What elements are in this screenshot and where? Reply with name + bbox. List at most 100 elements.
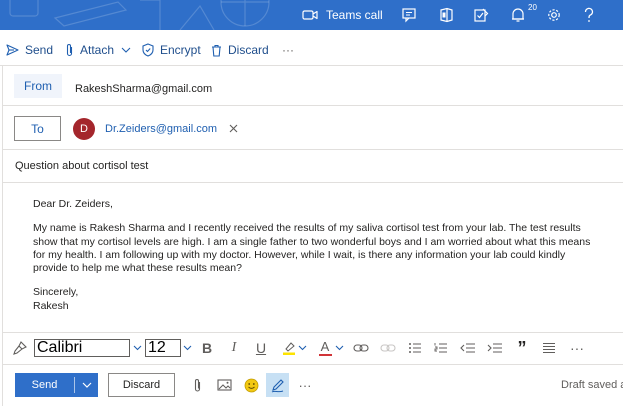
send-command[interactable]: Send	[6, 36, 53, 64]
body-paragraph: My name is Rakesh Sharma and I recently …	[33, 222, 591, 275]
font-family-select[interactable]: Calibri	[34, 339, 130, 357]
more-formatting-button[interactable]: ···	[568, 335, 586, 361]
from-address: RakeshSharma@gmail.com	[75, 83, 213, 95]
font-color-dropdown[interactable]	[334, 335, 344, 361]
more-options-label: ···	[298, 377, 312, 393]
chevron-down-icon	[298, 345, 306, 351]
send-icon	[6, 44, 19, 56]
editor-pen-icon	[271, 378, 284, 392]
from-button[interactable]: From	[14, 74, 62, 98]
font-size-select[interactable]: 12	[145, 339, 181, 357]
encrypt-command[interactable]: Encrypt	[142, 36, 201, 64]
settings-button[interactable]	[546, 0, 564, 30]
message-body[interactable]: Dear Dr. Zeiders, My name is Rakesh Shar…	[33, 198, 593, 324]
more-commands-button[interactable]: ···	[282, 36, 294, 64]
remove-link-button[interactable]	[379, 335, 397, 361]
signature: Rakesh	[33, 299, 69, 312]
highlight-dropdown[interactable]	[297, 335, 307, 361]
footer-divider	[3, 364, 623, 365]
recipient-chip[interactable]: D Dr.Zeiders@gmail.com	[73, 116, 238, 141]
discard-button[interactable]: Discard	[108, 373, 175, 397]
font-color-swatch	[318, 353, 332, 357]
office-icon	[440, 7, 453, 23]
attach-command[interactable]: Attach	[65, 36, 131, 64]
link-icon	[353, 344, 369, 352]
underline-label: U	[255, 340, 267, 356]
recipient-avatar: D	[73, 117, 95, 140]
font-color-label: A	[320, 338, 330, 354]
highlighter-icon	[283, 342, 295, 355]
office-button[interactable]	[438, 0, 456, 30]
chevron-down-icon	[82, 382, 91, 388]
to-divider	[3, 149, 623, 150]
draft-status: Draft saved at	[561, 379, 623, 391]
trash-icon	[212, 44, 221, 57]
paperclip-icon	[66, 44, 73, 57]
indent-icon	[487, 343, 502, 353]
bold-label: B	[201, 340, 213, 356]
bold-button[interactable]: B	[198, 335, 216, 361]
italic-button[interactable]: I	[225, 335, 243, 361]
send-options-dropdown[interactable]	[75, 382, 98, 388]
close-icon	[229, 124, 238, 133]
align-button[interactable]	[540, 335, 558, 361]
command-bar-divider	[0, 65, 623, 66]
outdent-icon	[460, 343, 475, 353]
insert-picture-button[interactable]	[214, 373, 234, 397]
subject-field[interactable]: Question about cortisol test	[15, 160, 148, 172]
send-command-label: Send	[25, 43, 54, 57]
discard-command-label: Discard	[228, 43, 269, 57]
help-button[interactable]	[583, 0, 601, 30]
increase-indent-button[interactable]	[486, 335, 504, 361]
teams-call-label: Teams call	[326, 8, 383, 22]
more-formatting-label: ···	[570, 340, 584, 356]
editor-button[interactable]	[266, 373, 289, 397]
font-color-button[interactable]: A	[316, 335, 334, 361]
notifications-button[interactable]	[511, 0, 529, 30]
recipient-address: Dr.Zeiders@gmail.com	[105, 122, 218, 135]
chevron-down-icon	[133, 345, 141, 351]
font-size-dropdown[interactable]	[181, 335, 193, 361]
quote-label: ”	[517, 337, 527, 358]
send-button[interactable]: Send	[15, 373, 98, 397]
format-painter-button[interactable]	[10, 335, 30, 361]
more-options-button[interactable]: ···	[296, 373, 314, 397]
insert-link-button[interactable]	[352, 335, 370, 361]
bell-icon	[512, 8, 524, 22]
closing: Sincerely,	[33, 286, 79, 299]
more-commands-label: ···	[282, 43, 294, 57]
notification-count-badge: 20	[528, 3, 537, 12]
quote-button[interactable]: ”	[513, 335, 531, 361]
to-button[interactable]: To	[14, 116, 61, 141]
align-left-icon	[543, 342, 555, 354]
numbering-button[interactable]	[432, 335, 450, 361]
help-icon	[584, 7, 594, 22]
chevron-down-icon	[335, 345, 343, 351]
highlight-button[interactable]	[280, 335, 298, 361]
paintbrush-icon	[13, 341, 27, 355]
subject-divider	[3, 182, 623, 183]
discard-command[interactable]: Discard	[211, 36, 269, 64]
video-camera-icon	[302, 10, 318, 20]
chat-button[interactable]	[401, 0, 419, 30]
app-header: Teams call 20	[0, 0, 623, 30]
bullets-button[interactable]	[406, 335, 424, 361]
send-split-divider	[74, 377, 75, 393]
italic-label: I	[231, 340, 237, 355]
checklist-icon	[474, 8, 489, 22]
attach-file-button[interactable]	[188, 373, 206, 397]
teams-call-button[interactable]: Teams call	[302, 0, 383, 30]
paperclip-icon	[194, 378, 200, 392]
chevron-down-icon	[121, 47, 131, 53]
send-button-label: Send	[31, 379, 58, 391]
my-day-button[interactable]	[473, 0, 491, 30]
remove-recipient-button[interactable]	[229, 124, 238, 133]
numbered-list-icon	[434, 343, 447, 353]
encrypt-command-label: Encrypt	[160, 43, 201, 57]
font-family-dropdown[interactable]	[131, 335, 143, 361]
emoji-button[interactable]	[241, 373, 261, 397]
underline-button[interactable]: U	[252, 335, 270, 361]
gear-icon	[548, 9, 560, 21]
decrease-indent-button[interactable]	[459, 335, 477, 361]
greeting: Dear Dr. Zeiders,	[33, 198, 113, 210]
